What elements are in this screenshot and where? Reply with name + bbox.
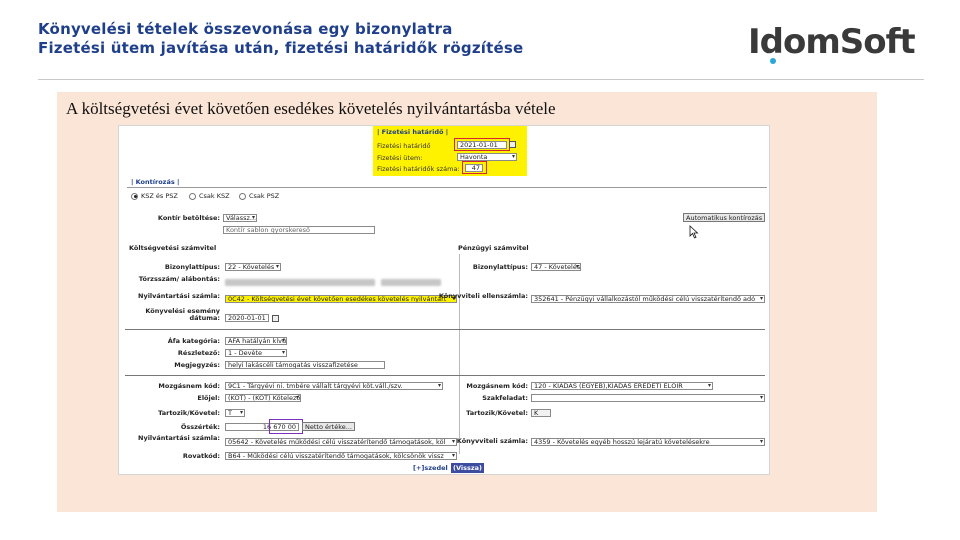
- template-search-input[interactable]: Kontír sablon gyorskereső: [223, 226, 375, 234]
- sign-select[interactable]: (KÖT) - (KÖT) Kötelező: [225, 394, 301, 402]
- debit-credit-fin-label: Tartozik/Követel:: [466, 409, 528, 417]
- detail-label: Részletező:: [177, 349, 220, 357]
- registry2-label: Nyilvántartási számla:: [138, 434, 220, 442]
- booking-date-label: Könyvelési esemény dátuma:: [145, 307, 220, 322]
- section-divider: [125, 329, 765, 330]
- vat-category-label: Áfa kategória:: [167, 337, 220, 345]
- movement-code-select[interactable]: 9C1 - Tárgyévi ni. tmbére vállalt tárgyé…: [225, 382, 443, 390]
- book-account-label: Könyvviteli számla:: [456, 437, 528, 445]
- voucher-type-select[interactable]: 22 - Követelés: [225, 263, 281, 271]
- debit-credit-select[interactable]: T: [225, 409, 245, 417]
- radio-unchecked-icon[interactable]: [239, 192, 246, 200]
- branch-select[interactable]: [531, 394, 765, 402]
- radio-psz-only[interactable]: Csak PSZ: [239, 192, 279, 200]
- sign-label: Előjel:: [197, 394, 220, 402]
- slide-title-line-1: Könyvelési tételek összevonása egy bizon…: [38, 20, 453, 38]
- movement-code-label: Mozgásnem kód:: [158, 382, 220, 390]
- item-code-select[interactable]: B64 - Működési célú visszatérítendő támo…: [225, 452, 457, 460]
- amount-label: Összérték:: [180, 423, 220, 431]
- budget-accounting-heading: Költségvetési számvitel: [129, 244, 217, 252]
- load-template-select[interactable]: Válassz...: [223, 214, 257, 222]
- logo-dot-icon: [770, 58, 776, 64]
- booking-date-input[interactable]: 2020-01-01: [225, 314, 269, 322]
- vat-category-select[interactable]: ÁFA hatályán kívüli: [225, 337, 287, 345]
- debit-credit-label: Tartozik/Követel:: [158, 409, 220, 417]
- tab-accounting[interactable]: | Kontírozás |: [131, 178, 179, 186]
- radio-ksz-only[interactable]: Csak KSZ: [189, 192, 230, 200]
- column-divider: [459, 254, 460, 454]
- calendar-icon[interactable]: [272, 315, 279, 322]
- book-account-select[interactable]: 4359 - Követelés egyéb hosszú lejáratú k…: [531, 438, 765, 446]
- voucher-type-label: Bizonylattípus:: [164, 263, 220, 271]
- header-divider: [38, 79, 924, 80]
- calendar-icon[interactable]: [509, 141, 516, 148]
- idomsoft-logo: IdomSoft: [748, 20, 928, 64]
- logo-text: IdomSoft: [748, 22, 916, 62]
- schedule-label: Fizetési ütem:: [377, 154, 423, 162]
- slide-title: Könyvelési tételek összevonása egy bizon…: [38, 20, 658, 58]
- registry-account-label: Nyilvántartási számla:: [138, 292, 220, 300]
- item-code-label: Rovatkód:: [182, 452, 220, 460]
- note-label: Megjegyzés:: [174, 361, 220, 369]
- due-date-label: Fizetési határidő: [377, 142, 431, 150]
- registry2-select[interactable]: 05642 - Követelés működési célú visszaté…: [225, 438, 457, 446]
- counter-account-label: Könyvviteli ellenszámla:: [438, 292, 528, 300]
- radio-unchecked-icon[interactable]: [189, 192, 196, 200]
- partner-blurred-extra: [381, 279, 441, 286]
- movement-code-fin-label: Mozgásnem kód:: [466, 382, 528, 390]
- load-template-label: Kontír betöltése:: [157, 214, 220, 222]
- tab-bar: | Kontírozás |: [127, 178, 767, 188]
- radio-label-ksz: Csak KSZ: [199, 192, 230, 200]
- voucher-type-fin-select[interactable]: 47 - Követelés pé...: [531, 263, 581, 271]
- amount-purple-box: [269, 419, 303, 434]
- voucher-type-fin-label: Bizonylattípus:: [472, 263, 528, 271]
- due-date-red-box: [454, 138, 510, 151]
- payment-due-section-title: | Fizetési határidő |: [377, 128, 449, 136]
- note-input[interactable]: helyi lakáscéli támogatás visszafizetése: [225, 361, 385, 369]
- mouse-cursor-icon: [689, 225, 699, 239]
- auto-accounting-button[interactable]: Automatikus kontírozás: [683, 213, 766, 222]
- due-count-red-box: [462, 161, 487, 174]
- radio-label-psz: Csak PSZ: [249, 192, 280, 200]
- slide-title-line-2: Fizetési ütem javítása után, fizetési ha…: [38, 39, 524, 57]
- debit-credit-fin-value: K: [531, 409, 551, 417]
- due-count-label: Fizetési határidők száma:: [377, 165, 460, 173]
- radio-checked-icon[interactable]: [131, 192, 138, 200]
- schedule-select[interactable]: Havonta: [457, 153, 517, 161]
- counter-account-select[interactable]: 352641 - Pénzügyi vállalkozástól működés…: [531, 295, 765, 303]
- partner-label: Törzsszám/ alábontás:: [138, 275, 220, 283]
- back-button[interactable]: (Vissza): [451, 463, 484, 473]
- registry-account-select[interactable]: 0C42 - Költségvetési évet követően esedé…: [225, 295, 457, 303]
- radio-label-ksz-psz: KSZ és PSZ: [141, 192, 178, 200]
- radio-ksz-psz[interactable]: KSZ és PSZ: [131, 192, 178, 200]
- movement-code-fin-select[interactable]: 120 - KIADÁS (EGYEB),KIADÁS EREDETI ELŐI…: [531, 382, 713, 390]
- partner-blurred-value: [225, 279, 375, 286]
- add-row-link[interactable]: [+]szedel: [413, 464, 448, 472]
- net-value-button[interactable]: Netto értéke...: [302, 422, 355, 431]
- detail-select[interactable]: 1 - Devète: [225, 349, 287, 357]
- financial-accounting-heading: Pénzügyi számvitel: [458, 244, 529, 252]
- section-divider-2: [125, 375, 765, 376]
- branch-label: Szakfeladat:: [482, 394, 528, 402]
- panel-caption: A költségvetési évet követően esedékes k…: [66, 99, 556, 118]
- application-screenshot: | Fizetési határidő | Fizetési határidő …: [118, 125, 770, 475]
